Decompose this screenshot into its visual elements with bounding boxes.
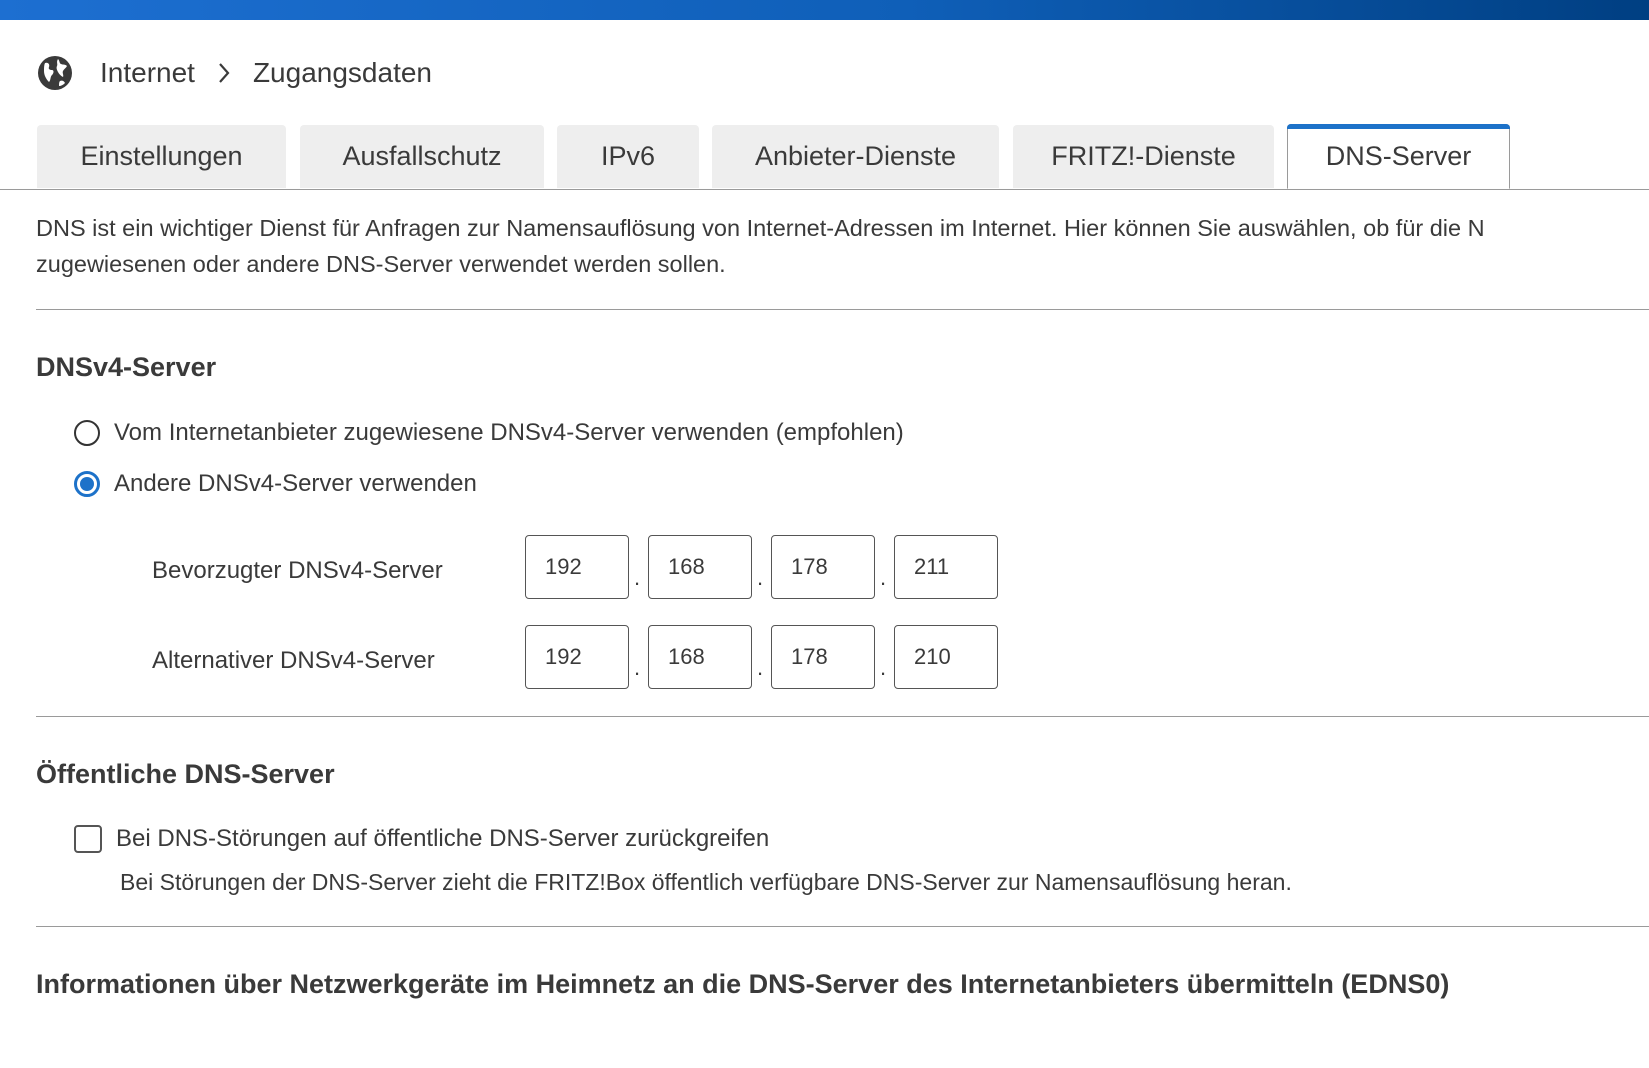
ip-separator: . <box>634 655 641 680</box>
section-title-dnsv4: DNSv4-Server <box>36 352 217 382</box>
public-dns-fallback-option[interactable]: Bei DNS-Störungen auf öffentliche DNS-Se… <box>74 822 769 856</box>
tab-bar: Einstellungen Ausfallschutz IPv6 Anbiete… <box>0 124 1649 190</box>
radio-button-unchecked[interactable] <box>74 420 100 446</box>
preferred-dns-row: Bevorzugter DNSv4-Server 192 . 168 . 178… <box>0 535 1649 599</box>
alternative-dns-octet-4[interactable]: 210 <box>894 625 998 689</box>
radio-label-provider-dns[interactable]: Vom Internetanbieter zugewiesene DNSv4-S… <box>114 419 904 447</box>
preferred-dns-octet-2[interactable]: 168 <box>648 535 752 599</box>
alternative-dns-row: Alternativer DNSv4-Server 192 . 168 . 17… <box>0 625 1649 689</box>
divider <box>36 309 1649 310</box>
radio-button-checked[interactable] <box>74 471 100 497</box>
tab-fritz-dienste[interactable]: FRITZ!-Dienste <box>1013 125 1274 188</box>
ip-separator: . <box>880 655 887 680</box>
public-dns-fallback-label[interactable]: Bei DNS-Störungen auf öffentliche DNS-Se… <box>116 825 769 853</box>
preferred-dns-octet-4[interactable]: 211 <box>894 535 998 599</box>
tab-einstellungen[interactable]: Einstellungen <box>37 125 286 188</box>
globe-icon <box>38 56 72 90</box>
radio-option-provider-dns[interactable]: Vom Internetanbieter zugewiesene DNSv4-S… <box>74 416 904 450</box>
tab-ausfallschutz[interactable]: Ausfallschutz <box>300 125 544 188</box>
radio-label-other-dns[interactable]: Andere DNSv4-Server verwenden <box>114 470 477 498</box>
top-header-bar <box>0 0 1649 20</box>
intro-line-2: zugewiesenen oder andere DNS-Server verw… <box>36 251 726 277</box>
tab-dns-server[interactable]: DNS-Server <box>1287 124 1510 189</box>
ip-separator: . <box>757 565 764 590</box>
intro-text: DNS ist ein wichtiger Dienst für Anfrage… <box>36 210 1649 282</box>
public-dns-hint: Bei Störungen der DNS-Server zieht die F… <box>120 869 1292 895</box>
breadcrumb: Internet Zugangsdaten <box>36 52 432 94</box>
ip-separator: . <box>634 565 641 590</box>
tab-ipv6[interactable]: IPv6 <box>557 125 699 188</box>
public-dns-fallback-checkbox[interactable] <box>74 825 102 853</box>
preferred-dns-octet-3[interactable]: 178 <box>771 535 875 599</box>
preferred-dns-octet-1[interactable]: 192 <box>525 535 629 599</box>
divider <box>36 926 1649 927</box>
breadcrumb-item-internet[interactable]: Internet <box>100 57 195 89</box>
intro-line-1: DNS ist ein wichtiger Dienst für Anfrage… <box>36 215 1485 241</box>
section-title-public-dns: Öffentliche DNS-Server <box>36 759 335 789</box>
alternative-dns-octet-1[interactable]: 192 <box>525 625 629 689</box>
divider <box>36 716 1649 717</box>
breadcrumb-item-zugangsdaten: Zugangsdaten <box>252 57 432 88</box>
chevron-right-icon <box>219 63 230 83</box>
tab-anbieter-dienste[interactable]: Anbieter-Dienste <box>712 125 999 188</box>
section-title-edns0: Informationen über Netzwerkgeräte im Hei… <box>36 969 1450 999</box>
alternative-dns-octet-3[interactable]: 178 <box>771 625 875 689</box>
ip-separator: . <box>757 655 764 680</box>
ip-separator: . <box>880 565 887 590</box>
radio-option-other-dns[interactable]: Andere DNSv4-Server verwenden <box>74 467 477 501</box>
preferred-dns-label: Bevorzugter DNSv4-Server <box>152 557 443 584</box>
alternative-dns-label: Alternativer DNSv4-Server <box>152 647 435 674</box>
alternative-dns-octet-2[interactable]: 168 <box>648 625 752 689</box>
